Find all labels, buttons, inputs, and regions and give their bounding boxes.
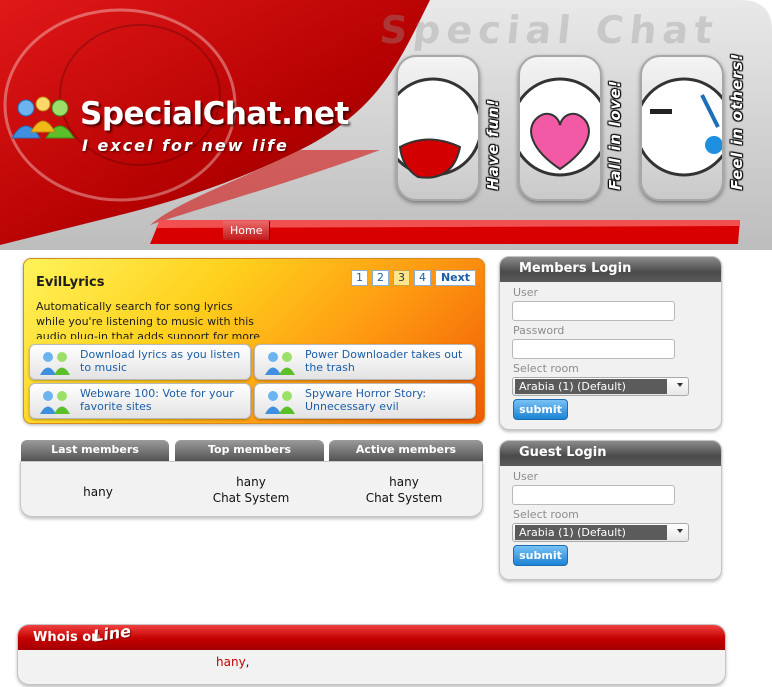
chevron-down-icon <box>677 383 683 387</box>
news-tile-text: Webware 100: Vote for your favorite site… <box>80 387 234 413</box>
mood-fall-in-love <box>518 55 602 201</box>
site-header: Special Chat SpecialChat.net I excel for… <box>0 0 772 250</box>
guest-room-select-value: Arabia (1) (Default) <box>515 525 667 540</box>
whois-online-header: Whois on Line <box>18 625 725 650</box>
news-tile-3[interactable]: Webware 100: Vote for your favorite site… <box>29 383 251 419</box>
members-submit-button[interactable]: submit <box>513 399 568 420</box>
members-login-panel: Members Login User Password Select room … <box>499 256 722 430</box>
news-tile-2[interactable]: Power Downloader takes out the trash <box>254 344 476 380</box>
people-icon <box>39 350 71 380</box>
last-members-list: hany <box>23 484 173 500</box>
people-icon <box>39 389 71 419</box>
room-select-value: Arabia (1) (Default) <box>515 379 667 394</box>
password-label: Password <box>513 324 565 337</box>
news-tile-4[interactable]: Spyware Horror Story: Unnecessary evil <box>254 383 476 419</box>
featured-software-box: EvilLyrics 1 2 3 4 Next Automatically se… <box>23 258 485 424</box>
heart-icon <box>520 77 600 177</box>
mood-feel-in-others <box>640 55 724 201</box>
page-1-button[interactable]: 1 <box>350 270 368 286</box>
member-name[interactable]: Chat System <box>329 490 479 506</box>
whois-online-panel: Whois on Line hany, <box>17 624 726 685</box>
tab-top-members[interactable]: Top members <box>175 440 324 462</box>
online-user-name[interactable]: hany <box>216 655 246 669</box>
news-tile-text: Spyware Horror Story: Unnecessary evil <box>305 387 427 413</box>
top-members-list: hany Chat System <box>176 474 326 506</box>
mood-label-2: Fall in love! <box>606 79 624 190</box>
logo-people-icon <box>8 96 80 146</box>
news-tile-1[interactable]: Download lyrics as you listen to music <box>29 344 251 380</box>
room-label: Select room <box>513 362 579 375</box>
featured-pager: 1 2 3 4 Next <box>350 270 476 286</box>
member-name[interactable]: hany <box>329 474 479 490</box>
people-icon <box>264 389 296 419</box>
room-select[interactable]: Arabia (1) (Default) <box>512 377 689 396</box>
page-2-button[interactable]: 2 <box>371 270 389 286</box>
members-login-title: Members Login <box>500 257 721 282</box>
mood-have-fun <box>396 55 480 201</box>
tab-last-members[interactable]: Last members <box>21 440 169 462</box>
laughing-face-icon <box>398 77 478 179</box>
password-input[interactable] <box>512 339 675 359</box>
news-tile-text: Download lyrics as you listen to music <box>80 348 241 374</box>
mood-label-1: Have fun! <box>484 98 502 190</box>
mood-label-3: Feel in others! <box>728 52 746 190</box>
member-name[interactable]: hany <box>23 484 173 500</box>
next-page-button[interactable]: Next <box>434 270 476 286</box>
guest-user-input[interactable] <box>512 485 675 505</box>
members-panel: hany hany Chat System hany Chat System <box>20 461 483 517</box>
page-3-button[interactable]: 3 <box>392 270 410 286</box>
nav-home-link[interactable]: Home <box>223 221 271 240</box>
guest-submit-button[interactable]: submit <box>513 545 568 566</box>
user-input[interactable] <box>512 301 675 321</box>
site-slogan: I excel for new life <box>82 136 289 155</box>
online-users-list: hany, <box>216 655 250 669</box>
guest-user-label: User <box>513 470 539 483</box>
page-4-button[interactable]: 4 <box>413 270 431 286</box>
guest-room-select[interactable]: Arabia (1) (Default) <box>512 523 689 542</box>
whois-title-line: Line <box>91 624 133 646</box>
member-name[interactable]: hany <box>176 474 326 490</box>
guest-login-panel: Guest Login User Select room Arabia (1) … <box>499 440 722 580</box>
user-label: User <box>513 286 539 299</box>
active-members-list: hany Chat System <box>329 474 479 506</box>
people-icon <box>264 350 296 380</box>
site-title: SpecialChat.net <box>80 96 349 132</box>
member-name[interactable]: Chat System <box>176 490 326 506</box>
crying-face-icon <box>642 77 722 177</box>
online-user-separator: , <box>245 655 250 669</box>
header-watermark: Special Chat <box>377 8 721 52</box>
news-tile-text: Power Downloader takes out the trash <box>305 348 463 374</box>
featured-title: EvilLyrics <box>36 275 105 290</box>
whois-title: Whois on <box>33 630 101 645</box>
guest-room-label: Select room <box>513 508 579 521</box>
featured-description: Automatically search for song lyrics whi… <box>36 300 261 339</box>
tab-active-members[interactable]: Active members <box>329 440 483 462</box>
guest-login-title: Guest Login <box>500 441 721 466</box>
chevron-down-icon <box>677 529 683 533</box>
